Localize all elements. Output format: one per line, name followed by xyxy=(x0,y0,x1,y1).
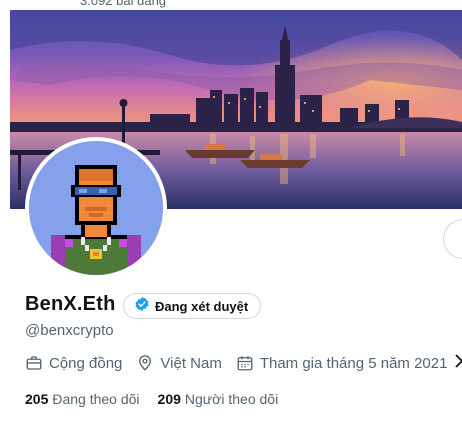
verified-check-icon xyxy=(134,296,150,317)
followers-label: Người theo dõi xyxy=(184,391,279,407)
posts-count: 3.092 bài đăng xyxy=(80,0,167,8)
chevron-right-icon[interactable] xyxy=(453,353,462,373)
profile-action-button[interactable] xyxy=(443,219,462,259)
calendar-icon xyxy=(236,354,254,372)
location-pin-icon xyxy=(136,354,154,372)
briefcase-icon xyxy=(25,354,43,372)
category-item: Cộng đồng xyxy=(25,354,122,372)
verify-status-label: Đang xét duyệt xyxy=(155,298,249,314)
following-label: Đang theo dõi xyxy=(52,391,140,407)
display-name: BenX.Eth xyxy=(25,293,116,315)
followers-link[interactable]: 209 Người theo dõi xyxy=(158,391,279,407)
followers-count: 209 xyxy=(157,391,181,407)
joined-label: Tham gia tháng 5 năm 2021 xyxy=(259,354,448,372)
joined-item: Tham gia tháng 5 năm 2021 xyxy=(236,354,448,372)
following-link[interactable]: 205 Đang theo dõi xyxy=(25,391,140,407)
avatar[interactable] xyxy=(25,137,167,279)
location-label: Việt Nam xyxy=(160,354,222,372)
follow-stats: 205 Đang theo dõi 209 Người theo dõi xyxy=(25,391,296,407)
profile-meta: Cộng đồng Việt Nam Tham gia tháng 5 năm … xyxy=(25,353,462,373)
verify-status-badge[interactable]: Đang xét duyệt xyxy=(123,293,262,319)
following-count: 205 xyxy=(25,391,49,407)
location-item: Việt Nam xyxy=(136,354,222,372)
user-handle: @benxcrypto xyxy=(25,322,114,339)
category-label: Cộng đồng xyxy=(49,354,123,372)
